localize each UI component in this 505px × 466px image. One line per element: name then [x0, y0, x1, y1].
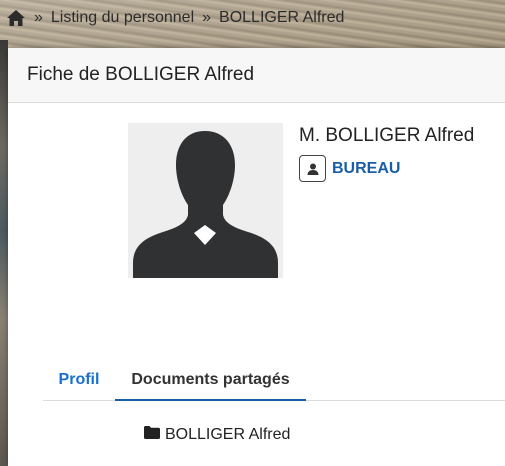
- bureau-row: BUREAU: [299, 155, 400, 182]
- employee-card: Fiche de BOLLIGER Alfred M. BOLLIGER Alf…: [8, 48, 505, 466]
- tab-documents-partages[interactable]: Documents partagés: [115, 360, 306, 401]
- home-icon[interactable]: [6, 9, 26, 27]
- card-title: Fiche de BOLLIGER Alfred: [27, 64, 255, 85]
- tab-profil[interactable]: Profil: [43, 360, 115, 399]
- folder-icon: [144, 426, 160, 444]
- person-silhouette-icon: [133, 131, 278, 278]
- folder-label: BOLLIGER Alfred: [165, 426, 291, 443]
- avatar: [128, 123, 283, 278]
- user-badge-icon: [299, 155, 326, 182]
- breadcrumb-separator: »: [202, 9, 212, 26]
- breadcrumb-current: BOLLIGER Alfred: [219, 9, 345, 26]
- tab-bar: Profil Documents partagés: [43, 360, 505, 401]
- background-sliver: [0, 40, 8, 466]
- breadcrumb-listing-link[interactable]: Listing du personnel: [51, 9, 194, 27]
- breadcrumb: » Listing du personnel » BOLLIGER Alfred: [6, 6, 344, 30]
- document-folder-item[interactable]: BOLLIGER Alfred: [144, 426, 290, 444]
- card-header: Fiche de BOLLIGER Alfred: [8, 48, 505, 103]
- bureau-link[interactable]: BUREAU: [332, 160, 400, 178]
- employee-name: M. BOLLIGER Alfred: [299, 125, 475, 146]
- breadcrumb-separator: »: [34, 9, 43, 26]
